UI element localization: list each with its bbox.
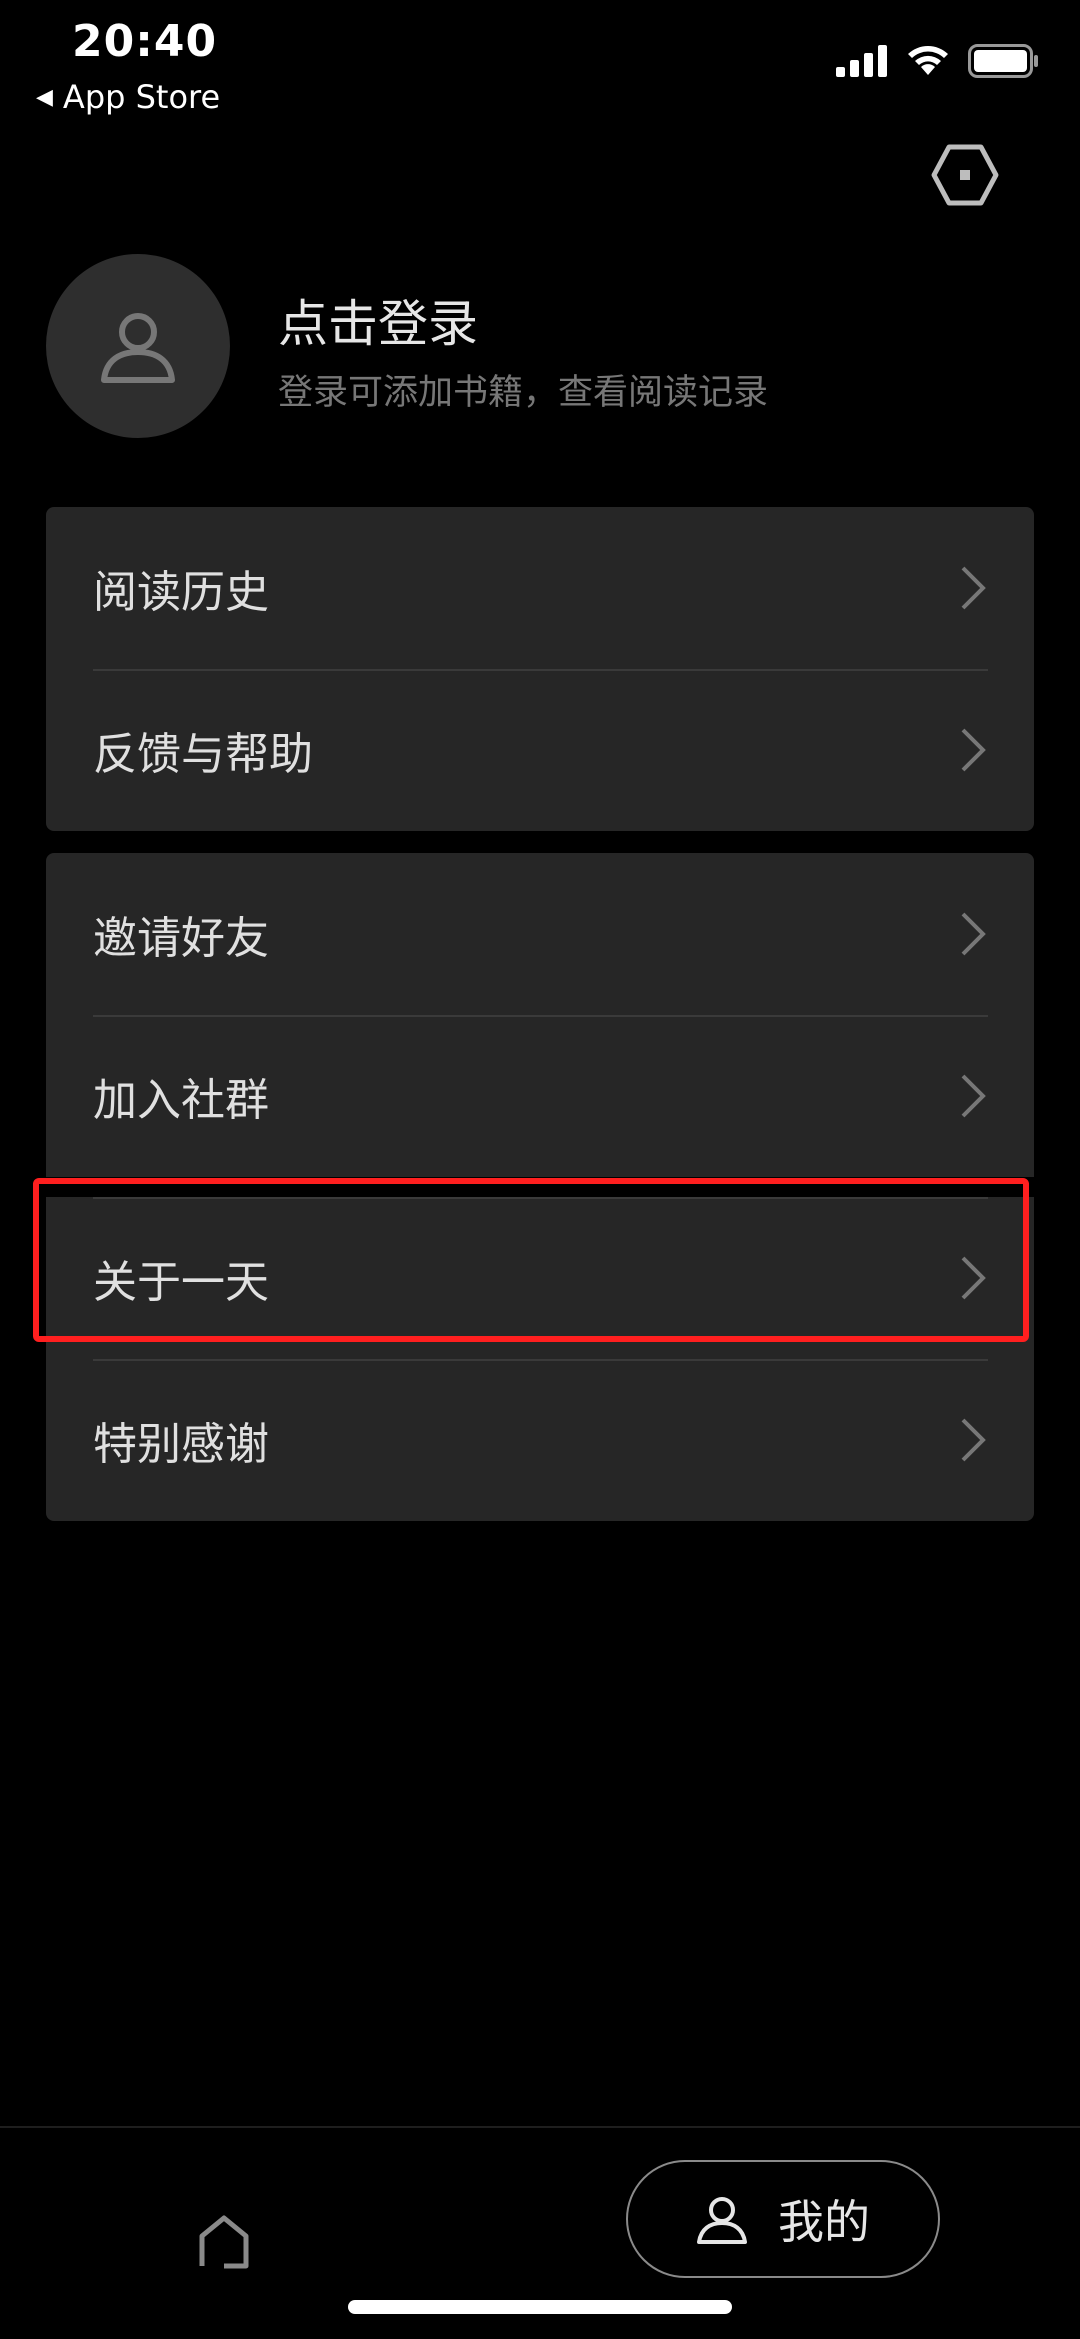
menu-item-label: 加入社群 xyxy=(93,1075,269,1126)
screen: 20:40 ◀ App Store 点击登录 登录可添加书籍，查看阅读记录 阅读… xyxy=(0,0,1080,2339)
tab-mine[interactable]: 我的 xyxy=(626,2160,940,2278)
menu-item-join-community[interactable]: 加入社群 xyxy=(46,1015,1034,1177)
chevron-right-icon xyxy=(961,728,986,772)
menu-item-label: 特别感谢 xyxy=(93,1419,269,1470)
avatar[interactable] xyxy=(46,254,230,438)
menu-item-special-thanks[interactable]: 特别感谢 xyxy=(46,1359,1034,1521)
battery-icon xyxy=(968,44,1038,78)
back-triangle-icon: ◀ xyxy=(36,84,53,110)
menu-item-invite-friends[interactable]: 邀请好友 xyxy=(46,853,1034,1015)
status-time: 20:40 xyxy=(72,16,218,67)
chevron-right-icon xyxy=(961,1256,986,1300)
menu-item-reading-history[interactable]: 阅读历史 xyxy=(46,507,1034,669)
back-label: App Store xyxy=(62,78,221,116)
user-icon xyxy=(101,313,175,383)
chevron-right-icon xyxy=(961,912,986,956)
user-icon xyxy=(697,2197,747,2244)
tab-mine-label: 我的 xyxy=(778,2195,870,2249)
status-icons xyxy=(836,44,1040,78)
menu-item-label: 反馈与帮助 xyxy=(93,729,313,780)
login-title[interactable]: 点击登录 xyxy=(278,284,478,356)
menu-item-about[interactable]: 关于一天 xyxy=(46,1197,1034,1359)
home-indicator[interactable] xyxy=(348,2300,732,2314)
group-gap xyxy=(46,1177,1034,1197)
menu-group-1: 阅读历史 反馈与帮助 xyxy=(46,507,1034,831)
back-to-app-store[interactable]: ◀ App Store xyxy=(36,78,220,116)
home-icon[interactable] xyxy=(196,2214,252,2270)
menu-item-label: 阅读历史 xyxy=(93,567,269,618)
chevron-right-icon xyxy=(961,566,986,610)
chevron-right-icon xyxy=(961,1418,986,1462)
chevron-right-icon xyxy=(961,1074,986,1118)
signal-icon xyxy=(836,45,887,77)
hexagon-settings-icon[interactable] xyxy=(930,140,1000,210)
login-subtitle: 登录可添加书籍，查看阅读记录 xyxy=(278,373,769,413)
wifi-icon xyxy=(908,46,948,75)
menu-item-label: 关于一天 xyxy=(93,1257,269,1308)
menu-item-feedback-help[interactable]: 反馈与帮助 xyxy=(46,669,1034,831)
menu-item-label: 邀请好友 xyxy=(93,913,269,964)
